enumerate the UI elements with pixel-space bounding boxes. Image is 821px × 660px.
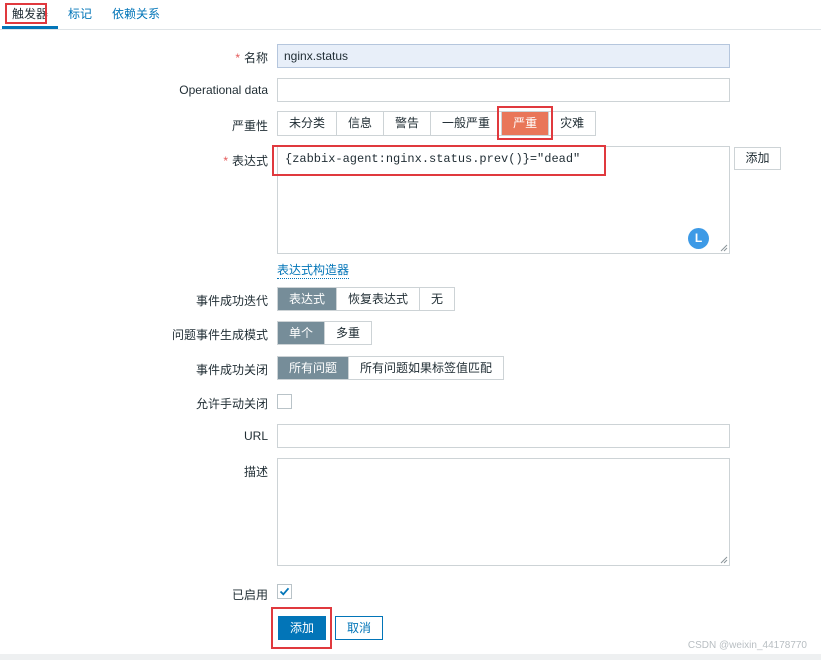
opdata-input[interactable] [277,78,730,102]
severity-label: 严重性 [231,119,268,133]
expression-label-text: 表达式 [231,154,268,168]
ok-close-all-problems[interactable]: 所有问题 [278,357,350,379]
severity-warning[interactable]: 警告 [384,112,432,135]
ok-event-expression[interactable]: 表达式 [278,288,338,310]
required-marker: * [223,154,228,168]
expression-builder-link[interactable]: 表达式构造器 [277,261,350,279]
extension-badge-icon[interactable]: L [688,228,709,249]
ok-close-tag-match[interactable]: 所有问题如果标签值匹配 [349,357,503,379]
tab-tags[interactable]: 标记 [68,5,92,22]
manual-close-label: 允许手动关闭 [195,397,268,411]
problem-mode-multiple[interactable]: 多重 [325,322,371,344]
ok-event-label: 事件成功迭代 [195,294,268,308]
severity-selector: 未分类 信息 警告 一般严重 严重 灾难 [277,111,597,136]
name-label-text: 名称 [243,51,268,65]
ok-event-recovery-expression[interactable]: 恢复表达式 [337,288,421,310]
opdata-label: Operational data [179,83,268,97]
problem-mode-label: 问题事件生成模式 [171,328,268,342]
name-input[interactable] [277,44,730,68]
ok-close-label: 事件成功关闭 [195,363,268,377]
enabled-label: 已启用 [231,588,268,602]
ok-event-none[interactable]: 无 [420,288,454,310]
tab-dependencies[interactable]: 依赖关系 [112,5,160,22]
resize-handle-icon[interactable] [720,244,728,252]
add-button[interactable]: 添加 [278,616,326,640]
tab-trigger[interactable]: 触发器 [12,5,48,22]
active-tab-indicator [2,26,58,29]
description-label: 描述 [243,465,268,479]
description-textarea[interactable] [277,458,730,566]
severity-disaster[interactable]: 灾难 [549,112,595,135]
enabled-checkbox[interactable] [277,584,292,599]
severity-not-classified[interactable]: 未分类 [278,112,338,135]
expression-add-button[interactable]: 添加 [734,147,781,170]
bottom-scroll-area [0,654,821,660]
watermark: CSDN @weixin_44178770 [687,640,807,651]
tab-bar: 触发器 标记 依赖关系 [0,0,821,30]
problem-mode-selector: 单个 多重 [277,321,373,345]
manual-close-checkbox[interactable] [277,394,292,409]
expression-label: * 表达式 [18,152,268,169]
severity-average[interactable]: 一般严重 [431,112,503,135]
cancel-button[interactable]: 取消 [335,616,383,640]
severity-information[interactable]: 信息 [337,112,385,135]
required-marker: * [235,51,240,65]
resize-handle-icon[interactable] [720,556,728,564]
expression-text: {zabbix-agent:nginx.status.prev()}="dead… [285,152,581,166]
checkmark-icon [279,587,290,596]
ok-event-selector: 表达式 恢复表达式 无 [277,287,456,311]
ok-close-selector: 所有问题 所有问题如果标签值匹配 [277,356,505,380]
expression-textarea[interactable]: {zabbix-agent:nginx.status.prev()}="dead… [277,146,730,254]
name-label: * 名称 [18,49,268,66]
url-input[interactable] [277,424,730,448]
severity-high[interactable]: 严重 [502,112,550,135]
url-label: URL [243,429,268,443]
problem-mode-single[interactable]: 单个 [278,322,326,344]
